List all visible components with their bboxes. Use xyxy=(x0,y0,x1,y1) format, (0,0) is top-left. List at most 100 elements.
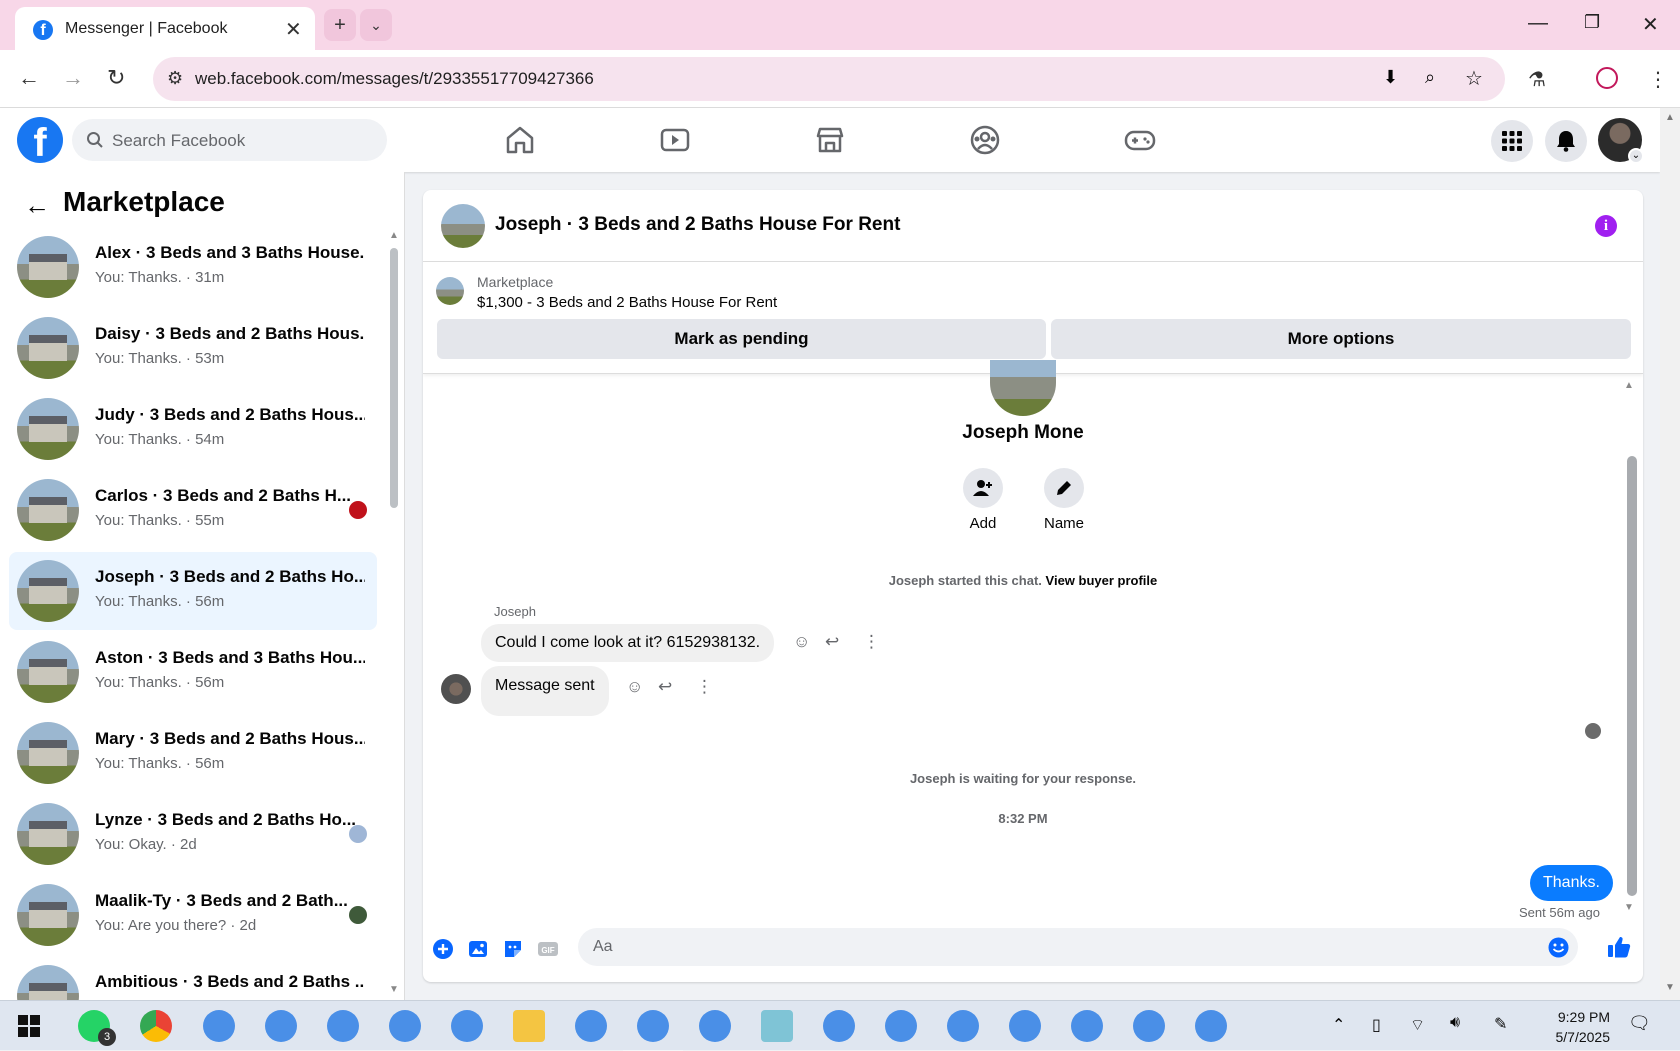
groups-icon[interactable] xyxy=(967,122,1003,158)
thumbs-up-icon[interactable] xyxy=(1606,934,1632,960)
gif-icon[interactable]: GIF xyxy=(537,938,559,960)
page-scroll-down-icon[interactable]: ▼ xyxy=(1665,982,1675,993)
forward-icon[interactable]: → xyxy=(62,65,84,91)
scroll-down-arrow-icon[interactable]: ▼ xyxy=(1624,902,1634,913)
window-close-icon[interactable]: ✕ xyxy=(1642,12,1659,37)
chrome-profile-app-icon[interactable] xyxy=(203,1010,235,1042)
chrome-profile-app-icon[interactable] xyxy=(1009,1010,1041,1042)
chrome-profile-app-icon[interactable] xyxy=(575,1010,607,1042)
more-options-button[interactable]: More options xyxy=(1051,319,1631,359)
photo-icon[interactable] xyxy=(467,938,489,960)
conversation-item[interactable]: Lynze · 3 Beds and 2 Baths Ho... You: Ok… xyxy=(9,795,377,873)
conversation-item-active[interactable]: Joseph · 3 Beds and 2 Baths Ho... You: T… xyxy=(9,552,377,630)
scroll-down-arrow-icon[interactable]: ▼ xyxy=(389,984,399,995)
reload-icon[interactable]: ↻ xyxy=(107,65,125,91)
browser-tab[interactable]: f Messenger | Facebook ✕ xyxy=(15,7,315,50)
back-icon[interactable]: ← xyxy=(18,65,40,91)
outgoing-message[interactable]: Thanks. xyxy=(1530,865,1613,901)
whatsapp-app-icon[interactable]: 3 xyxy=(78,1010,116,1046)
file-explorer-icon[interactable] xyxy=(513,1010,545,1042)
chat-title[interactable]: Joseph · 3 Beds and 2 Baths House For Re… xyxy=(495,214,900,236)
show-hidden-icons-icon[interactable]: ⌃ xyxy=(1332,1015,1345,1035)
video-icon[interactable] xyxy=(657,122,693,158)
chrome-profile-app-icon[interactable] xyxy=(265,1010,297,1042)
add-friend-button[interactable] xyxy=(963,468,1003,508)
zoom-icon[interactable]: ⌕ xyxy=(1425,67,1435,88)
chrome-profile-app-icon[interactable] xyxy=(1195,1010,1227,1042)
marketplace-icon[interactable] xyxy=(812,122,848,158)
chrome-profile-app-icon[interactable] xyxy=(885,1010,917,1042)
scroll-up-arrow-icon[interactable]: ▲ xyxy=(389,230,399,241)
profile-icon[interactable] xyxy=(1596,67,1618,89)
browser-menu-icon[interactable]: ⋮ xyxy=(1648,67,1668,92)
view-buyer-profile-link[interactable]: View buyer profile xyxy=(1046,573,1158,588)
sticker-icon[interactable] xyxy=(502,938,524,960)
reply-icon[interactable]: ↩ xyxy=(825,632,839,652)
search-input[interactable]: Search Facebook xyxy=(72,119,387,161)
chrome-app-icon[interactable] xyxy=(140,1010,172,1042)
scroll-up-arrow-icon[interactable]: ▲ xyxy=(1624,380,1634,391)
conversation-item[interactable]: Alex · 3 Beds and 3 Baths House... You: … xyxy=(9,228,377,306)
chrome-profile-app-icon[interactable] xyxy=(699,1010,731,1042)
chrome-profile-app-icon[interactable] xyxy=(1133,1010,1165,1042)
labs-flask-icon[interactable]: ⚗ xyxy=(1528,67,1546,92)
facebook-logo-icon[interactable]: f xyxy=(17,117,63,165)
conversation-item[interactable]: Maalik-Ty · 3 Beds and 2 Bath... You: Ar… xyxy=(9,876,377,954)
conversation-item[interactable]: Carlos · 3 Beds and 2 Baths H... You: Th… xyxy=(9,471,377,549)
new-tab-button[interactable]: + xyxy=(324,9,356,41)
restore-icon[interactable]: ❐ xyxy=(1584,12,1600,33)
conversation-item[interactable]: Ambitious · 3 Beds and 2 Baths ... xyxy=(9,957,377,1002)
emoji-icon[interactable] xyxy=(1548,937,1569,958)
profile-picture[interactable] xyxy=(990,360,1056,416)
react-emoji-icon[interactable]: ☺ xyxy=(793,632,810,652)
info-icon[interactable]: i xyxy=(1595,215,1617,237)
plus-icon[interactable] xyxy=(432,938,454,960)
edit-name-button[interactable] xyxy=(1044,468,1084,508)
sidebar-scrollbar[interactable] xyxy=(390,248,398,508)
mark-as-pending-button[interactable]: Mark as pending xyxy=(437,319,1046,359)
home-icon[interactable] xyxy=(502,122,538,158)
chrome-profile-app-icon[interactable] xyxy=(389,1010,421,1042)
account-avatar[interactable]: ⌄ xyxy=(1598,118,1644,164)
bookmark-star-icon[interactable]: ☆ xyxy=(1465,66,1483,91)
conversation-item[interactable]: Judy · 3 Beds and 2 Baths Hous... You: T… xyxy=(9,390,377,468)
react-emoji-icon[interactable]: ☺ xyxy=(626,677,643,697)
more-actions-icon[interactable]: ⋮ xyxy=(696,677,713,697)
page-scroll-up-icon[interactable]: ▲ xyxy=(1665,112,1675,123)
listing-thumbnail[interactable] xyxy=(436,277,464,305)
pen-icon[interactable]: ✎ xyxy=(1494,1014,1507,1034)
tab-search-button[interactable]: ⌄ xyxy=(360,9,392,41)
chrome-profile-app-icon[interactable] xyxy=(327,1010,359,1042)
chrome-profile-app-icon[interactable] xyxy=(1071,1010,1103,1042)
menu-grid-button[interactable] xyxy=(1491,120,1533,162)
chrome-profile-app-icon-active[interactable] xyxy=(623,1001,683,1051)
notification-center-icon[interactable]: 🗨︎ xyxy=(1628,1013,1651,1034)
back-arrow-icon[interactable]: ← xyxy=(24,190,50,221)
chat-scrollbar[interactable] xyxy=(1627,456,1637,896)
notifications-button[interactable] xyxy=(1545,120,1587,162)
listing-price-title[interactable]: $1,300 - 3 Beds and 2 Baths House For Re… xyxy=(477,294,777,311)
site-settings-icon[interactable]: ⚙ xyxy=(167,68,183,89)
address-bar[interactable]: ⚙ web.facebook.com/messages/t/2933551770… xyxy=(153,57,1505,101)
wifi-icon[interactable]: ⌔ xyxy=(1410,1015,1425,1035)
volume-icon[interactable]: 🔊︎ xyxy=(1450,1014,1460,1032)
notepad-app-icon[interactable] xyxy=(761,1010,793,1042)
page-scrollbar[interactable]: ▲ ▼ xyxy=(1660,108,1680,1000)
incoming-message[interactable]: Could I come look at it? 6152938132. xyxy=(481,624,775,662)
close-tab-icon[interactable]: ✕ xyxy=(285,17,302,42)
device-icon[interactable]: ▯ xyxy=(1372,1015,1381,1035)
minimize-icon[interactable]: — xyxy=(1528,12,1548,35)
conversation-item[interactable]: Mary · 3 Beds and 2 Baths Hous... You: T… xyxy=(9,714,377,792)
conversation-item[interactable]: Aston · 3 Beds and 3 Baths Hou... You: T… xyxy=(9,633,377,711)
conversation-item[interactable]: Daisy · 3 Beds and 2 Baths Hous... You: … xyxy=(9,309,377,387)
chat-avatar[interactable] xyxy=(441,204,485,248)
sender-avatar[interactable] xyxy=(441,674,471,704)
message-input[interactable]: Aa xyxy=(578,928,1578,966)
chrome-profile-app-icon[interactable] xyxy=(947,1010,979,1042)
gaming-icon[interactable] xyxy=(1122,122,1158,158)
chrome-profile-app-icon[interactable] xyxy=(451,1010,483,1042)
reply-icon[interactable]: ↩ xyxy=(658,677,672,697)
chrome-profile-app-icon[interactable] xyxy=(823,1010,855,1042)
windows-start-icon[interactable] xyxy=(18,1015,40,1037)
incoming-message[interactable]: Message sent xyxy=(481,666,609,716)
